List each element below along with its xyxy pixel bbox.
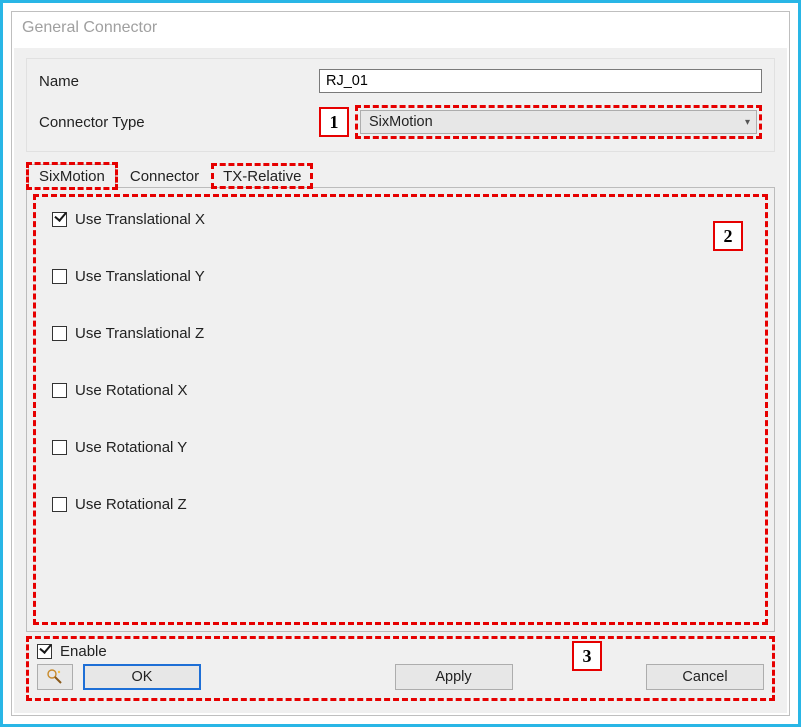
connector-type-label: Connector Type: [39, 114, 319, 131]
client-area: Name Connector Type 1 SixMotion ▾: [14, 48, 787, 713]
label-use-tx: Use Translational X: [75, 211, 205, 228]
callout-3: 3: [572, 641, 602, 671]
checkbox-use-rz[interactable]: [52, 497, 67, 512]
dialog-window: General Connector Name Connector Type 1 …: [11, 11, 790, 716]
row-enable: Enable: [37, 643, 764, 660]
connector-type-combo-highlight: SixMotion ▾: [355, 105, 762, 139]
checkbox-use-rx[interactable]: [52, 383, 67, 398]
bottom-highlight: 3 Enable OK Apply: [26, 636, 775, 701]
row-use-tx: Use Translational X: [52, 211, 749, 228]
connector-type-combo[interactable]: SixMotion ▾: [360, 110, 757, 134]
form-panel: Name Connector Type 1 SixMotion ▾: [26, 58, 775, 152]
help-button[interactable]: [37, 664, 73, 690]
ok-button[interactable]: OK: [83, 664, 201, 690]
row-use-tz: Use Translational Z: [52, 325, 749, 342]
apply-button[interactable]: Apply: [395, 664, 513, 690]
row-name: Name: [39, 69, 762, 93]
button-row: OK Apply Cancel: [37, 664, 764, 690]
tab-sixmotion[interactable]: SixMotion: [28, 164, 116, 188]
label-use-rx: Use Rotational X: [75, 382, 188, 399]
callout-2: 2: [713, 221, 743, 251]
checkbox-enable[interactable]: [37, 644, 52, 659]
label-enable: Enable: [60, 643, 107, 660]
connector-type-value: SixMotion: [369, 114, 433, 130]
checkbox-use-tz[interactable]: [52, 326, 67, 341]
chevron-down-icon: ▾: [745, 117, 750, 128]
checkbox-use-ty[interactable]: [52, 269, 67, 284]
window-title: General Connector: [12, 12, 789, 46]
tab-connector[interactable]: Connector: [120, 165, 209, 187]
name-label: Name: [39, 73, 319, 90]
name-input[interactable]: [319, 69, 762, 93]
label-use-rz: Use Rotational Z: [75, 496, 187, 513]
options-highlight: 2 Use Translational X Use Translational …: [33, 194, 768, 625]
checkbox-use-ry[interactable]: [52, 440, 67, 455]
row-use-ty: Use Translational Y: [52, 268, 749, 285]
tab-tx-relative[interactable]: TX-Relative: [213, 165, 311, 187]
wand-icon: [46, 668, 64, 686]
tabstrip: SixMotion Connector TX-Relative: [26, 164, 775, 187]
callout-1: 1: [319, 107, 349, 137]
checkbox-use-tx[interactable]: [52, 212, 67, 227]
row-connector-type: Connector Type 1 SixMotion ▾: [39, 105, 762, 139]
label-use-ry: Use Rotational Y: [75, 439, 187, 456]
outer-frame: General Connector Name Connector Type 1 …: [0, 0, 801, 727]
cancel-button[interactable]: Cancel: [646, 664, 764, 690]
label-use-ty: Use Translational Y: [75, 268, 205, 285]
row-use-rz: Use Rotational Z: [52, 496, 749, 513]
label-use-tz: Use Translational Z: [75, 325, 204, 342]
row-use-ry: Use Rotational Y: [52, 439, 749, 456]
tab-panel: 2 Use Translational X Use Translational …: [26, 187, 775, 632]
row-use-rx: Use Rotational X: [52, 382, 749, 399]
